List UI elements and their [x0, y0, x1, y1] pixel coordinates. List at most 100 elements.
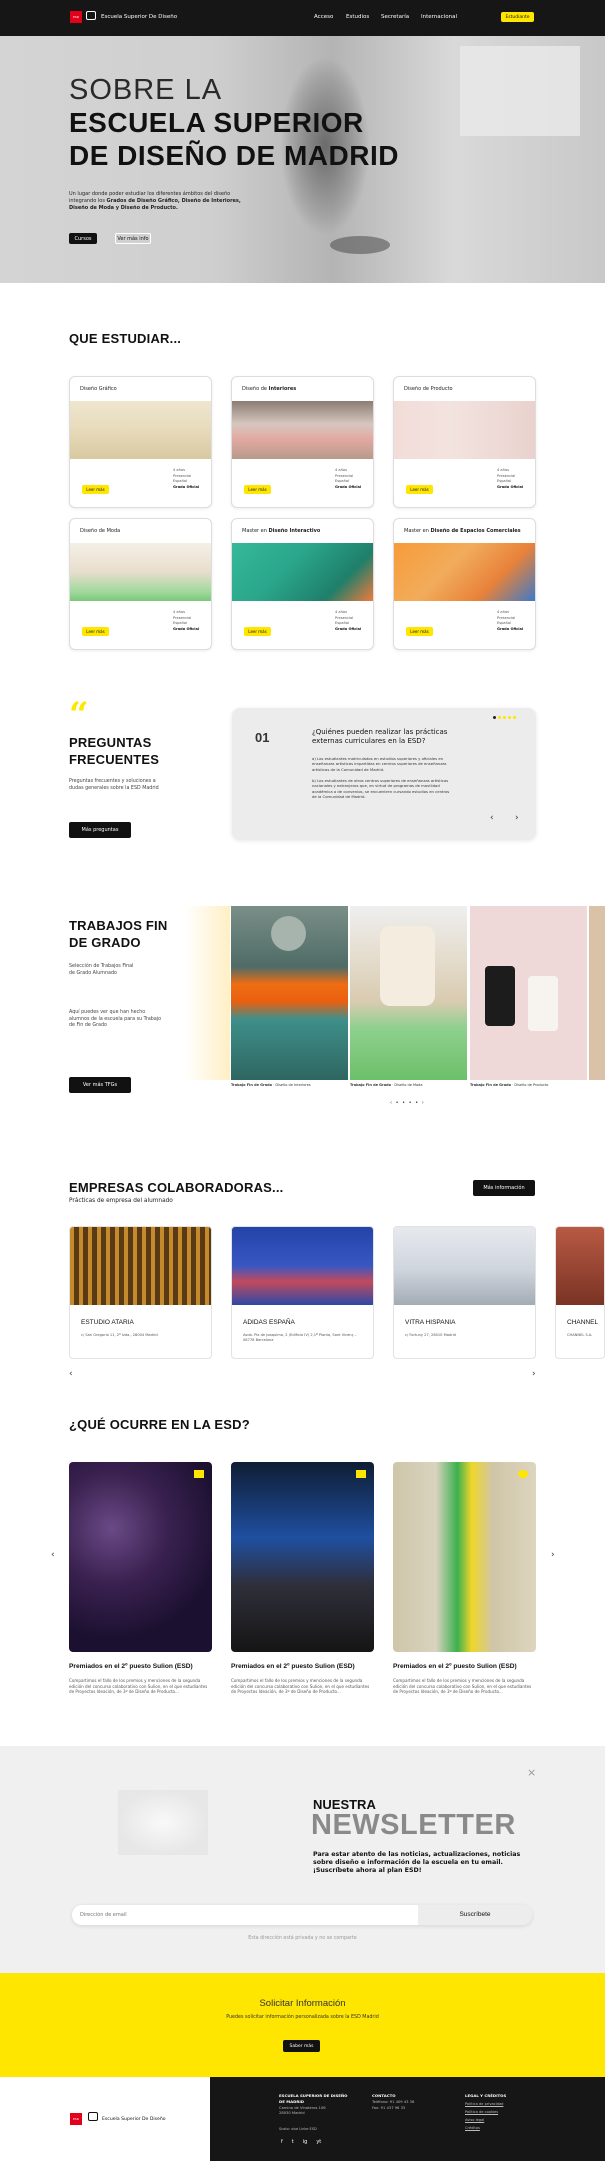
hero-courses-button[interactable]: Cursos: [69, 233, 97, 244]
nav-item-acceso[interactable]: Acceso: [314, 14, 333, 20]
tfg-caption-3: Trabajo Fin de Grado · Diseño de Product…: [470, 1083, 548, 1087]
news-badge-icon: [356, 1470, 366, 1478]
facebook-icon[interactable]: f: [281, 2139, 283, 2145]
study-card-meta: 4 años Presencial Español Grado Oficial: [497, 468, 525, 490]
youtube-icon[interactable]: yt: [316, 2139, 321, 2145]
study-degree-type: Grado Oficial: [497, 626, 524, 631]
company-card-vitra[interactable]: VITRA HISPANIA c/ Fortuny 27, 28010 Madr…: [393, 1226, 536, 1359]
newsletter-text: Para estar atento de las noticias, actua…: [313, 1851, 521, 1875]
study-card-interiores[interactable]: Diseño de Interiores 4 años Presencial Espa…: [231, 376, 374, 508]
study-read-more-button[interactable]: Leer más: [406, 485, 433, 494]
instagram-icon[interactable]: ig: [303, 2139, 308, 2145]
newsletter-heading-line2: NEWSLETTER: [311, 1809, 516, 1841]
company-name: ESTUDIO ATARIA: [81, 1319, 134, 1326]
study-read-more-button[interactable]: Leer más: [406, 627, 433, 636]
footer-contact-phone[interactable]: Teléfono: 91 409 43 36: [372, 2100, 414, 2104]
request-info-text: Puedes solicitar información personaliza…: [226, 2015, 379, 2020]
nav-item-secretaria[interactable]: Secretaría: [381, 14, 409, 20]
hero-title-line1: SOBRE LA: [69, 74, 223, 106]
companies-more-button[interactable]: Más información: [473, 1180, 535, 1196]
faq-dot[interactable]: [508, 716, 511, 719]
faq-next-arrow[interactable]: ›: [515, 813, 519, 823]
faq-dot-active[interactable]: [493, 716, 496, 719]
news-next-arrow[interactable]: ›: [551, 1550, 555, 1560]
faq-dot[interactable]: [513, 716, 516, 719]
footer-legal-privacy[interactable]: Política de privacidad: [465, 2102, 503, 2106]
company-card-channel[interactable]: CHANNEL CHANNEL S.A.: [555, 1226, 605, 1359]
study-card-meta: 4 años Presencial Español Grado Oficial: [497, 610, 525, 632]
news-excerpt: Compartimos el fallo de los premios y me…: [231, 1678, 370, 1695]
brand-name[interactable]: Escuela Superior De Diseño: [101, 14, 177, 20]
footer-legal-cookies[interactable]: Política de cookies: [465, 2110, 498, 2114]
study-read-more-button[interactable]: Leer más: [82, 627, 109, 636]
faq-prev-arrow[interactable]: ‹: [490, 813, 494, 823]
tfg-mirror-shape: [271, 916, 306, 951]
request-info-button[interactable]: Saber más: [283, 2040, 320, 2052]
tfg-pager[interactable]: ‹ • • • • ›: [390, 1100, 425, 1106]
companies-next-arrow[interactable]: ›: [532, 1369, 536, 1379]
study-card-meta: 4 años Presencial Español Grado Oficial: [335, 468, 363, 490]
footer-speech-bubble-icon: [88, 2112, 98, 2121]
company-card-adidas[interactable]: ADIDAS ESPAÑA Avda. Pla de Joaquima, 2 (…: [231, 1226, 374, 1359]
newsletter-decorative-image: [118, 1790, 208, 1855]
esd-logo[interactable]: ESD: [70, 11, 82, 23]
tfg-more-button[interactable]: Ver más TFGs: [69, 1077, 131, 1093]
study-card-title: Master en Diseño Interactivo: [242, 528, 320, 534]
study-read-more-button[interactable]: Leer más: [82, 485, 109, 494]
study-card-meta: 4 años Presencial Español Grado Oficial: [173, 610, 201, 632]
footer-address: Camino de Vinateros 106 28030 Madrid: [279, 2106, 326, 2115]
quote-icon: “: [69, 695, 89, 735]
tfg-image-interiores[interactable]: [231, 906, 348, 1080]
study-card-title-bold: Diseño de Espacios Comerciales: [430, 528, 521, 534]
footer-brand[interactable]: Escuela Superior De Diseño: [102, 2117, 166, 2122]
newsletter-subscribe-button[interactable]: Suscríbete: [418, 1911, 532, 1918]
study-degree-type: Grado Oficial: [335, 626, 362, 631]
tfg-image-partial[interactable]: [589, 906, 605, 1080]
student-button[interactable]: Estudiante: [501, 12, 534, 22]
company-card-ataria[interactable]: ESTUDIO ATARIA c/ San Gregorio 11, 2º Iz…: [69, 1226, 212, 1359]
study-card-espacios-comerciales[interactable]: Master en Diseño de Espacios Comerciales…: [393, 518, 536, 650]
news-excerpt: Compartimos el fallo de los premios y me…: [393, 1678, 532, 1695]
companies-heading: EMPRESAS COLABORADORAS...: [69, 1180, 284, 1195]
nav-item-estudios[interactable]: Estudios: [346, 14, 369, 20]
study-read-more-button[interactable]: Leer más: [244, 485, 271, 494]
tfg-heading-line2: DE GRADO: [69, 935, 141, 950]
study-card-title-text: Master en: [242, 528, 269, 534]
footer-esd-logo[interactable]: ESD: [70, 2113, 82, 2125]
faq-pager-dots[interactable]: [493, 716, 516, 719]
hero-window-light: [460, 46, 580, 136]
footer-legal-credits[interactable]: Créditos: [465, 2126, 480, 2130]
tfg-product-black: [485, 966, 515, 1026]
tfg-image-producto[interactable]: [470, 906, 587, 1080]
faq-answer-2: b) Los estudiantes de otros centros supe…: [312, 778, 450, 799]
nav-item-internacional[interactable]: Internacional: [421, 14, 457, 20]
study-card-grafico[interactable]: Diseño Gráfico 4 años Presencial Español Gra…: [69, 376, 212, 508]
news-image-2: [231, 1462, 374, 1652]
hero-more-info-button[interactable]: Ver más info: [115, 233, 151, 244]
faq-dot[interactable]: [503, 716, 506, 719]
study-card-moda[interactable]: Diseño de Moda 4 años Presencial Español Gra…: [69, 518, 212, 650]
twitter-icon[interactable]: t: [292, 2139, 294, 2145]
faq-more-button[interactable]: Más preguntas: [69, 822, 131, 838]
newsletter-email-input[interactable]: [80, 1907, 410, 1923]
footer-contact-fax: Fax: 91 437 96 33: [372, 2106, 406, 2110]
hero-text: Un lugar donde poder estudiar los difere…: [69, 191, 254, 212]
faq-number: 01: [255, 730, 270, 745]
company-image-vitra: [394, 1227, 535, 1305]
studies-heading: QUE ESTUDIAR...: [69, 331, 182, 346]
study-card-title-text: Diseño de Producto: [404, 386, 453, 392]
study-read-more-button[interactable]: Leer más: [244, 627, 271, 636]
companies-prev-arrow[interactable]: ‹: [69, 1369, 73, 1379]
study-card-image: [70, 543, 211, 601]
study-card-interactivo[interactable]: Master en Diseño Interactivo 4 años Presen…: [231, 518, 374, 650]
footer-address-title: ESCUELA SUPERIOR DE DISEÑO DE MADRID: [279, 2093, 348, 2104]
faq-dot[interactable]: [498, 716, 501, 719]
tfg-heading-line1: TRABAJOS FIN: [69, 918, 168, 933]
study-card-title-text: Diseño de: [242, 386, 269, 392]
news-prev-arrow[interactable]: ‹: [51, 1550, 55, 1560]
study-card-producto[interactable]: Diseño de Producto 4 años Presencial Españo…: [393, 376, 536, 508]
tfg-image-moda[interactable]: [350, 906, 467, 1080]
footer-legal-notice[interactable]: Aviso legal: [465, 2118, 484, 2122]
tfg-caption-2-bold: Trabajo Fin de Grado: [350, 1083, 392, 1087]
close-icon[interactable]: ×: [527, 1766, 536, 1779]
